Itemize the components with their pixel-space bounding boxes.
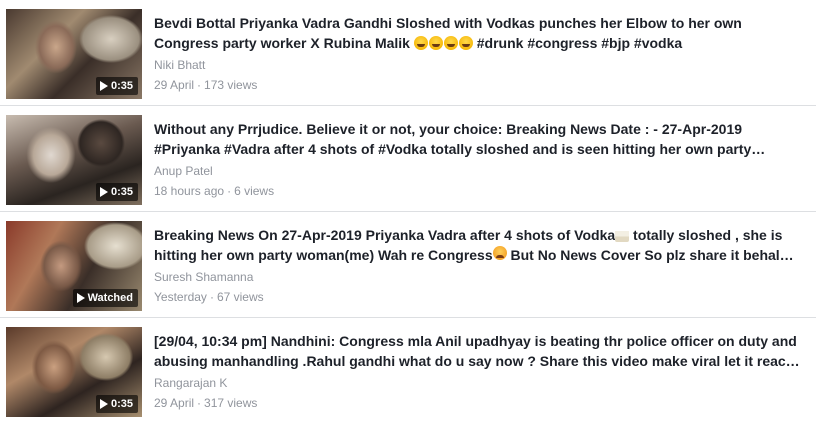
duration-badge: 0:35 xyxy=(95,183,138,201)
watched-badge: Watched xyxy=(72,289,138,307)
disappointed-emoji-icon xyxy=(492,246,507,260)
video-item[interactable]: Watched Breaking News On 27-Apr-2019 Pri… xyxy=(0,212,816,318)
video-date: Yesterday xyxy=(154,290,207,304)
video-info: Without any Prrjudice. Believe it or not… xyxy=(154,119,806,199)
video-item[interactable]: 0:35 [29/04, 10:34 pm] Nandhini: Congres… xyxy=(0,318,816,424)
video-date: 29 April xyxy=(154,78,195,92)
video-list: 0:35 Bevdi Bottal Priyanka Vadra Gandhi … xyxy=(0,0,816,424)
play-icon xyxy=(99,81,108,91)
video-item[interactable]: 0:35 Bevdi Bottal Priyanka Vadra Gandhi … xyxy=(0,0,816,106)
clinking-glasses-icon xyxy=(615,228,630,242)
video-title[interactable]: Bevdi Bottal Priyanka Vadra Gandhi Slosh… xyxy=(154,13,806,53)
video-views: 67 views xyxy=(216,290,264,304)
video-thumbnail[interactable]: 0:35 xyxy=(6,327,142,417)
play-icon xyxy=(99,399,108,409)
video-meta: 29 April · 173 views xyxy=(154,78,258,92)
video-meta: 29 April · 317 views xyxy=(154,396,258,410)
duration-label: 0:35 xyxy=(110,80,133,92)
video-views: 173 views xyxy=(204,78,258,92)
duration-label: 0:35 xyxy=(110,186,133,198)
laughing-emoji-icon xyxy=(413,36,428,50)
video-meta: 18 hours ago · 6 views xyxy=(154,184,275,198)
video-title-end: But No News Cover So plz share it behal… xyxy=(506,247,794,263)
video-date: 18 hours ago xyxy=(154,184,225,198)
video-thumbnail[interactable]: 0:35 xyxy=(6,9,142,99)
video-thumbnail[interactable]: Watched xyxy=(6,221,142,311)
video-title[interactable]: [29/04, 10:34 pm] Nandhini: Congress mla… xyxy=(154,331,806,371)
watched-label: Watched xyxy=(87,292,133,304)
video-title[interactable]: Without any Prrjudice. Believe it or not… xyxy=(154,119,806,159)
video-title[interactable]: Breaking News On 27-Apr-2019 Priyanka Va… xyxy=(154,225,806,265)
author-name[interactable]: Niki Bhatt xyxy=(154,57,806,73)
laughing-emoji-icon xyxy=(428,36,443,50)
video-title-hashtags: #drunk #congress #bjp #vodka xyxy=(472,35,683,51)
duration-label: 0:35 xyxy=(110,398,133,410)
author-name[interactable]: Suresh Shamanna xyxy=(154,269,806,285)
laughing-emoji-group xyxy=(413,36,473,50)
play-icon xyxy=(76,293,85,303)
laughing-emoji-icon xyxy=(458,36,473,50)
duration-badge: 0:35 xyxy=(95,77,138,95)
play-icon xyxy=(99,187,108,197)
video-info: Breaking News On 27-Apr-2019 Priyanka Va… xyxy=(154,225,806,305)
laughing-emoji-icon xyxy=(443,36,458,50)
video-info: [29/04, 10:34 pm] Nandhini: Congress mla… xyxy=(154,331,806,411)
video-item[interactable]: 0:35 Without any Prrjudice. Believe it o… xyxy=(0,106,816,212)
video-info: Bevdi Bottal Priyanka Vadra Gandhi Slosh… xyxy=(154,13,806,93)
video-views: 6 views xyxy=(234,184,275,198)
video-views: 317 views xyxy=(204,396,258,410)
video-date: 29 April xyxy=(154,396,195,410)
duration-badge: 0:35 xyxy=(95,395,138,413)
video-thumbnail[interactable]: 0:35 xyxy=(6,115,142,205)
video-meta: Yesterday · 67 views xyxy=(154,290,264,304)
video-title-text: Breaking News On 27-Apr-2019 Priyanka Va… xyxy=(154,227,616,243)
author-name[interactable]: Rangarajan K xyxy=(154,375,806,391)
author-name[interactable]: Anup Patel xyxy=(154,163,806,179)
